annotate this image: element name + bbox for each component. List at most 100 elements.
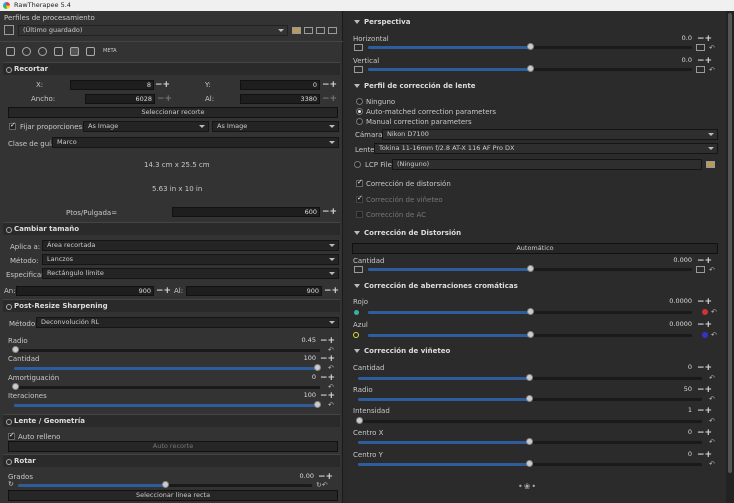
sharpen-method-combo[interactable]: Deconvolución RL	[36, 317, 339, 328]
sharpen-amount-stepper[interactable]: −+	[320, 355, 335, 364]
vig-strength-slider[interactable]	[356, 417, 702, 424]
ca-blue-reset-icon[interactable]: ↶	[711, 331, 717, 339]
raw-tool-icon[interactable]	[86, 47, 95, 56]
ppi-stepper[interactable]: −+	[322, 208, 337, 217]
vig-center-y-slider[interactable]	[358, 460, 702, 467]
transform-tool-icon[interactable]	[70, 47, 79, 56]
sharpen-radius-value[interactable]: 0.45	[270, 336, 318, 346]
perspective-h-value[interactable]: 0.0	[664, 34, 694, 44]
ratio-combo-2[interactable]: As Image	[212, 121, 339, 132]
resize-header[interactable]: Cambiar tamaño	[3, 222, 340, 235]
vig-center-x-reset-icon[interactable]: ↶	[709, 438, 715, 446]
distortion-auto-button[interactable]: Automático	[352, 243, 718, 254]
sharpen-damping-reset-icon[interactable]: ↶	[328, 383, 334, 391]
vig-center-x-value[interactable]: 0	[650, 428, 694, 438]
crop-width-input[interactable]: 6028	[85, 94, 155, 104]
ca-red-reset-icon[interactable]: ↶	[711, 308, 717, 316]
ca-blue-stepper[interactable]: −+	[697, 321, 712, 330]
vig-center-y-stepper[interactable]: −+	[697, 451, 712, 460]
auto-crop-button[interactable]: Auto recorte	[8, 441, 338, 452]
distortion-amount-slider[interactable]	[368, 265, 692, 272]
perspective-v-slider[interactable]	[368, 65, 692, 72]
profile-combo[interactable]: (Último guardado)	[18, 25, 288, 36]
vig-center-x-stepper[interactable]: −+	[697, 429, 712, 438]
fix-ratio-checkbox[interactable]	[9, 121, 16, 130]
sharpen-amount-value[interactable]: 100	[270, 354, 318, 364]
ca-header[interactable]: Corrección de aberraciones cromáticas	[350, 279, 720, 293]
rotate-slider[interactable]	[18, 481, 312, 488]
resize-method-combo[interactable]: Lanczos	[42, 254, 339, 265]
ca-blue-slider[interactable]	[368, 331, 692, 338]
meta-tool-icon[interactable]: META	[103, 46, 117, 56]
vig-strength-value[interactable]: 1	[650, 406, 694, 416]
vignetting-correction-checkbox[interactable]	[356, 194, 363, 203]
ca-correction-checkbox[interactable]	[356, 211, 363, 218]
distortion-reset-icon[interactable]: ↶	[709, 266, 715, 274]
exposure-tool-icon[interactable]	[6, 47, 15, 56]
save-icon[interactable]	[316, 27, 325, 34]
lcp-file-combo[interactable]: (Ninguno)	[392, 159, 702, 170]
ratio-combo-1[interactable]: As Image	[83, 121, 209, 132]
rotate-degrees-value[interactable]: 0.00	[262, 472, 316, 482]
distortion-amount-value[interactable]: 0.000	[650, 256, 694, 266]
wavelet-tool-icon[interactable]	[54, 47, 63, 56]
vig-amount-stepper[interactable]: −+	[697, 364, 712, 373]
detail-tool-icon[interactable]	[22, 47, 31, 56]
resize-width-input[interactable]: 900	[16, 286, 154, 296]
sharpen-radius-slider[interactable]	[12, 346, 320, 353]
ppi-input[interactable]: 600	[172, 207, 320, 217]
crop-width-stepper[interactable]: −+	[157, 95, 172, 104]
vig-amount-slider[interactable]	[358, 374, 702, 381]
lcp-folder-icon[interactable]	[706, 161, 715, 168]
auto-fill-checkbox[interactable]	[8, 431, 15, 440]
select-crop-button[interactable]: Seleccionar recorte	[8, 107, 338, 118]
vig-strength-stepper[interactable]: −+	[697, 407, 712, 416]
vig-strength-reset-icon[interactable]: ↶	[709, 417, 715, 425]
right-scrollbar[interactable]	[726, 11, 734, 503]
sharpen-iterations-stepper[interactable]: −+	[320, 392, 335, 401]
crop-height-input[interactable]: 3380	[240, 94, 320, 104]
resize-height-stepper[interactable]: −+	[324, 287, 339, 296]
guide-combo[interactable]: Marco	[52, 137, 339, 148]
vignetting-header[interactable]: Corrección de viñeteo	[350, 344, 720, 358]
lens-profile-header[interactable]: Perfil de corrección de lente	[350, 79, 720, 93]
crop-height-stepper[interactable]: −+	[322, 95, 337, 104]
vig-center-x-slider[interactable]	[358, 438, 702, 445]
sharpen-iterations-value[interactable]: 100	[270, 391, 318, 401]
color-tool-icon[interactable]	[38, 47, 47, 56]
select-straight-line-button[interactable]: Seleccionar línea recta	[8, 490, 338, 501]
lens-auto-radio[interactable]	[356, 108, 363, 115]
lcp-radio[interactable]	[354, 161, 361, 168]
lens-combo[interactable]: Tokina 11-16mm f/2.8 AT-X 116 AF Pro DX	[374, 143, 718, 154]
sharpen-damping-stepper[interactable]: −+	[320, 374, 335, 383]
crop-x-input[interactable]: 8	[70, 80, 154, 90]
sharpen-damping-value[interactable]: 0	[270, 373, 318, 383]
vig-amount-reset-icon[interactable]: ↶	[709, 374, 715, 382]
ca-red-stepper[interactable]: −+	[697, 298, 712, 307]
distortion-correction-checkbox[interactable]	[356, 178, 363, 187]
perspective-h-reset-icon[interactable]: ↶	[709, 44, 715, 52]
rotate-reset-icon[interactable]: ↻↶	[316, 481, 328, 489]
profile-list-icon[interactable]	[4, 25, 14, 35]
perspective-h-slider[interactable]	[368, 43, 692, 50]
apply-to-combo[interactable]: Área recortada	[42, 240, 339, 251]
perspective-v-reset-icon[interactable]: ↶	[709, 66, 715, 74]
vig-center-y-reset-icon[interactable]: ↶	[709, 460, 715, 468]
vig-radius-slider[interactable]	[358, 395, 702, 402]
camera-combo[interactable]: Nikon D7100	[382, 129, 718, 140]
lens-manual-radio[interactable]	[356, 118, 363, 125]
open-folder-icon[interactable]	[292, 27, 301, 34]
recortar-header[interactable]: Recortar	[3, 62, 340, 75]
distortion-header[interactable]: Corrección de Distorsión	[350, 226, 720, 240]
sharpen-iterations-reset-icon[interactable]: ↶	[328, 401, 334, 409]
sharpening-header[interactable]: Post-Resize Sharpening	[3, 299, 340, 312]
sharpen-radius-reset-icon[interactable]: ↶	[328, 346, 334, 354]
vig-amount-value[interactable]: 0	[650, 363, 694, 373]
resize-height-input[interactable]: 900	[186, 286, 322, 296]
sharpen-amount-reset-icon[interactable]: ↶	[328, 364, 334, 372]
perspective-v-stepper[interactable]: −+	[697, 57, 712, 66]
sharpen-iterations-slider[interactable]	[14, 401, 321, 408]
resize-width-stepper[interactable]: −+	[156, 287, 171, 296]
vig-center-y-value[interactable]: 0	[650, 450, 694, 460]
lens-none-radio[interactable]	[356, 98, 363, 105]
